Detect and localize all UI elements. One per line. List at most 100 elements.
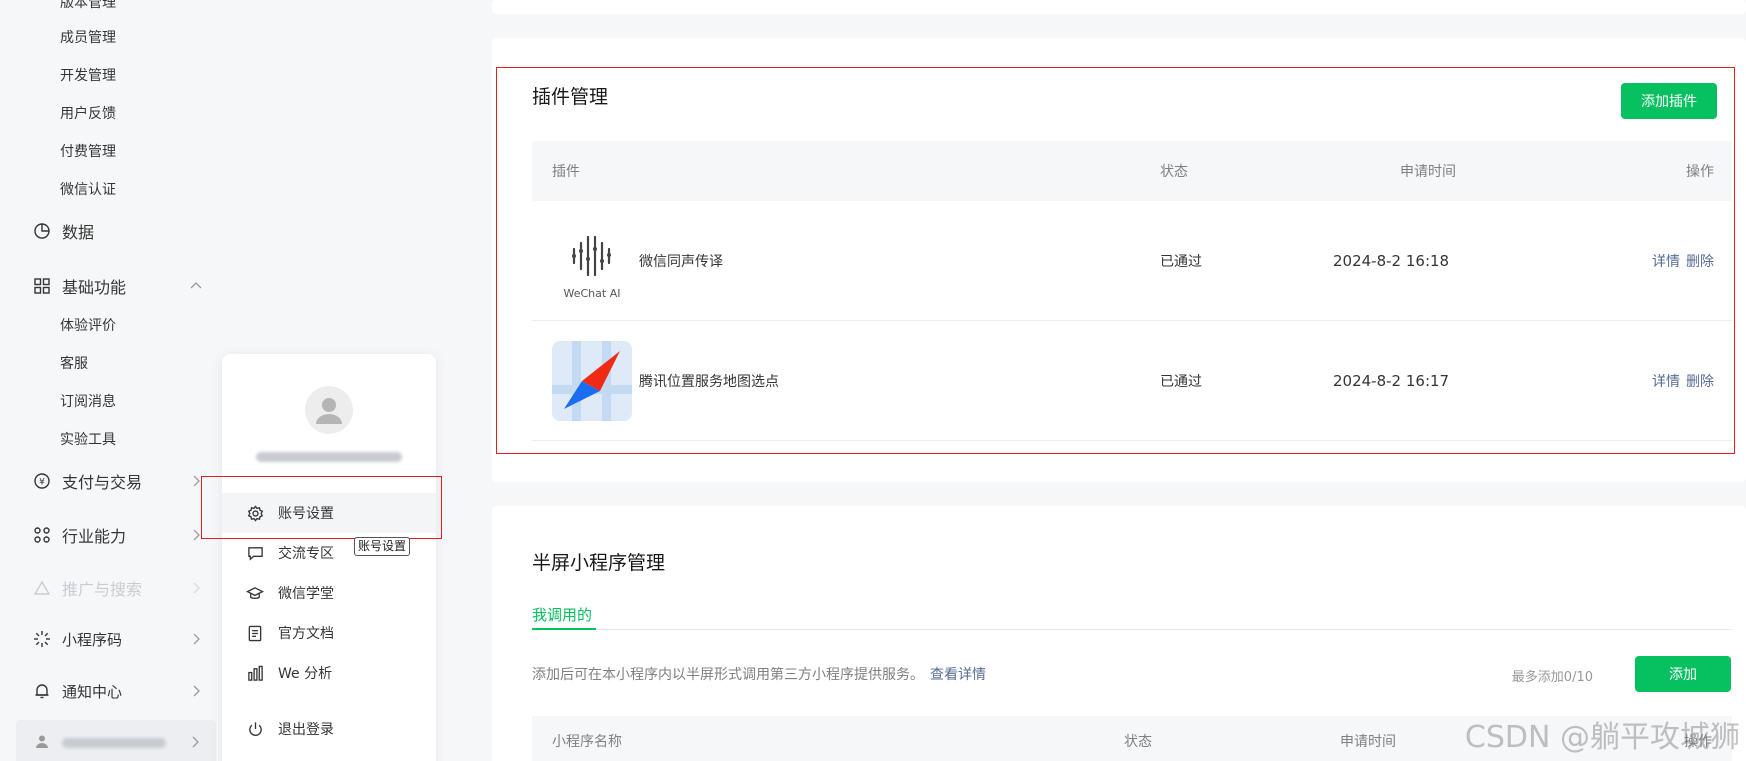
document-icon <box>246 624 264 642</box>
avatar <box>305 386 353 434</box>
top-card <box>492 0 1746 14</box>
section-title: 半屏小程序管理 <box>532 552 666 574</box>
tooltip: 账号设置 <box>354 537 411 556</box>
chat-icon <box>246 544 264 562</box>
watermark: CSDN @躺平攻城狮 <box>1464 720 1740 755</box>
page-title: 插件管理 <box>532 86 609 108</box>
menu-label: 官方文档 <box>278 626 334 642</box>
plugin-table-header: 插件 状态 申请时间 操作 <box>532 141 1732 201</box>
menu-we-analysis[interactable]: We 分析 <box>222 653 436 693</box>
tab-active-indicator <box>532 628 596 630</box>
svg-text:¥: ¥ <box>39 478 45 488</box>
sidebar-group-label: 行业能力 <box>62 527 127 546</box>
triangle-icon <box>32 578 52 598</box>
sidebar-item-payment-mgmt[interactable]: 付费管理 <box>60 141 116 163</box>
menu-label: We 分析 <box>278 666 333 682</box>
menu-label: 账号设置 <box>278 506 334 522</box>
column-header: 小程序名称 <box>552 734 622 750</box>
sidebar-group-industry[interactable]: 行业能力 <box>32 520 204 550</box>
sidebar-item-rating[interactable]: 体验评价 <box>60 315 116 337</box>
column-header: 状态 <box>1160 164 1188 180</box>
menu-academy[interactable]: 微信学堂 <box>222 573 436 613</box>
sidebar-group-promo[interactable]: 推广与搜索 <box>32 573 204 603</box>
sidebar-group-data[interactable]: 数据 <box>32 216 204 246</box>
account-switcher[interactable] <box>16 720 216 761</box>
account-name-blurred <box>256 452 402 462</box>
plugin-time: 2024-8-2 16:17 <box>1333 371 1450 390</box>
sidebar-item-dev[interactable]: 开发管理 <box>60 65 116 87</box>
menu-label: 微信学堂 <box>278 586 334 602</box>
sidebar-group-pay[interactable]: ¥ 支付与交易 <box>32 466 204 496</box>
logo-text: WeChat AI <box>563 287 621 300</box>
sidebar-group-label: 支付与交易 <box>62 473 143 492</box>
row-actions: 详情 删除 <box>1652 371 1714 391</box>
detail-link[interactable]: 详情 <box>1652 254 1680 270</box>
sidebar-item-version[interactable]: 版本管理 <box>60 0 116 14</box>
tab-divider <box>532 629 1732 630</box>
sidebar-item-wechat-auth[interactable]: 微信认证 <box>60 179 116 201</box>
qrcode-icon <box>32 629 52 649</box>
chevron-right-icon <box>188 734 202 753</box>
menu-account-settings[interactable]: 账号设置 <box>222 493 436 533</box>
plugin-name: 微信同声传译 <box>639 253 723 270</box>
plugin-name: 腾讯位置服务地图选点 <box>639 373 779 390</box>
menu-docs[interactable]: 官方文档 <box>222 613 436 653</box>
plugin-time: 2024-8-2 16:18 <box>1333 251 1450 270</box>
user-icon <box>316 398 342 424</box>
bar-chart-icon <box>246 664 264 682</box>
account-name-blurred <box>62 738 166 748</box>
wechat-ai-logo: WeChat AI <box>552 221 632 301</box>
sidebar-group-qrcode[interactable]: 小程序码 <box>32 624 204 654</box>
add-plugin-button[interactable]: 添加插件 <box>1621 83 1717 119</box>
tab-my-calls[interactable]: 我调用的 <box>532 604 592 625</box>
column-header: 申请时间 <box>1340 734 1396 750</box>
sidebar: 版本管理 成员管理 开发管理 用户反馈 付费管理 微信认证 数据 基础功能 体验… <box>0 0 222 761</box>
detail-link[interactable]: 详情 <box>1652 374 1680 390</box>
chevron-right-icon <box>188 580 204 596</box>
account-popup: 账号设置 交流专区 微信学堂 官方文档 We 分析 退出登录 <box>222 354 436 761</box>
limit-counter: 最多添加0/10 <box>1511 670 1593 685</box>
yuan-icon: ¥ <box>32 471 52 491</box>
graduation-cap-icon <box>246 584 264 602</box>
column-header: 插件 <box>552 164 580 180</box>
sidebar-group-basic[interactable]: 基础功能 <box>32 271 204 301</box>
delete-link[interactable]: 删除 <box>1686 374 1714 390</box>
chevron-up-icon <box>188 278 204 294</box>
table-row: WeChat AI 微信同声传译 已通过 2024-8-2 16:18 详情 删除 <box>532 201 1732 321</box>
user-icon <box>34 733 50 753</box>
menu-label: 交流专区 <box>278 546 334 562</box>
plugin-status: 已通过 <box>1160 373 1202 390</box>
plugin-status: 已通过 <box>1160 253 1202 270</box>
chevron-right-icon <box>188 631 204 647</box>
table-row: 腾讯位置服务地图选点 已通过 2024-8-2 16:17 详情 删除 <box>532 321 1732 441</box>
menu-logout[interactable]: 退出登录 <box>222 709 436 749</box>
sidebar-item-service[interactable]: 客服 <box>60 353 88 375</box>
chevron-right-icon <box>188 527 204 543</box>
sidebar-item-feedback[interactable]: 用户反馈 <box>60 103 116 125</box>
sidebar-item-members[interactable]: 成员管理 <box>60 27 116 49</box>
sidebar-group-label: 推广与搜索 <box>62 580 143 599</box>
sidebar-group-label: 基础功能 <box>62 278 127 297</box>
grid-icon <box>32 276 52 296</box>
sidebar-group-label: 数据 <box>62 223 95 242</box>
sidebar-item-lab[interactable]: 实验工具 <box>60 429 116 451</box>
sidebar-group-label: 通知中心 <box>62 682 123 701</box>
sidebar-group-notify[interactable]: 通知中心 <box>32 676 204 706</box>
column-header: 申请时间 <box>1400 164 1456 180</box>
chevron-right-icon <box>188 683 204 699</box>
bell-icon <box>32 681 52 701</box>
add-miniprogram-button[interactable]: 添加 <box>1635 656 1731 692</box>
row-actions: 详情 删除 <box>1652 251 1714 271</box>
section-description: 添加后可在本小程序内以半屏形式调用第三方小程序提供服务。 查看详情 <box>532 664 986 684</box>
view-details-link[interactable]: 查看详情 <box>930 667 986 683</box>
plugin-card: 插件管理 添加插件 插件 状态 申请时间 操作 WeChat AI 微信同声传译… <box>492 38 1746 482</box>
description-text: 添加后可在本小程序内以半屏形式调用第三方小程序提供服务。 <box>532 667 924 683</box>
sidebar-item-subscribe[interactable]: 订阅消息 <box>60 391 116 413</box>
chevron-right-icon <box>188 473 204 489</box>
menu-label: 退出登录 <box>278 722 334 738</box>
column-header: 操作 <box>1686 164 1714 180</box>
nodes-icon <box>32 525 52 545</box>
sidebar-group-label: 小程序码 <box>62 630 123 649</box>
delete-link[interactable]: 删除 <box>1686 254 1714 270</box>
power-icon <box>246 720 264 738</box>
